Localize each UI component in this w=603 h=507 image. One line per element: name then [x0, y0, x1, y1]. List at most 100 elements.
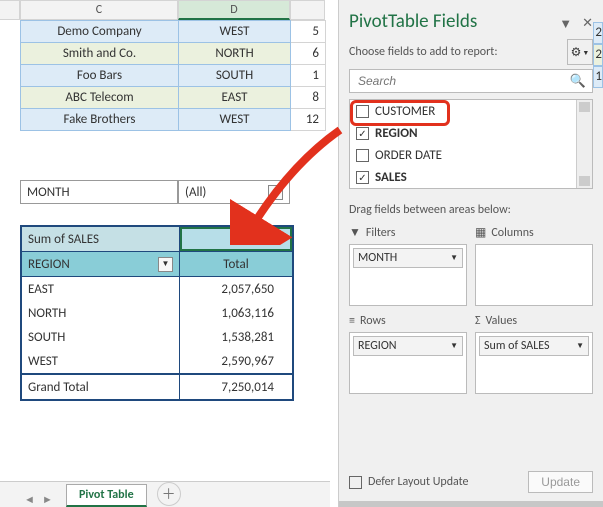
- cell-region[interactable]: NORTH: [179, 43, 291, 65]
- chevron-down-icon[interactable]: ▼: [450, 253, 458, 263]
- checkbox-checked-icon[interactable]: ✓: [356, 171, 369, 184]
- pivot-selected-cell[interactable]: [180, 227, 292, 251]
- rows-icon: ≡: [349, 314, 355, 328]
- cell-customer[interactable]: ABC Telecom: [21, 87, 179, 109]
- cell-customer[interactable]: Demo Company: [21, 21, 179, 43]
- area-dropzone-values[interactable]: Sum of SALES ▼: [475, 332, 593, 394]
- cell-value[interactable]: 6: [291, 43, 326, 65]
- update-button[interactable]: Update: [528, 471, 593, 493]
- gear-icon[interactable]: ⚙▼: [567, 39, 593, 65]
- cell-customer[interactable]: Fake Brothers: [21, 109, 179, 131]
- table-row[interactable]: Smith and Co. NORTH 6: [21, 43, 326, 65]
- area-label: Values: [486, 314, 518, 328]
- close-icon[interactable]: ✕: [582, 16, 593, 32]
- area-values: ΣValues Sum of SALES▼: [475, 314, 593, 394]
- area-dropzone-filters[interactable]: MONTH ▼: [349, 244, 467, 306]
- col-header-c[interactable]: C: [20, 0, 178, 20]
- area-label: Filters: [366, 226, 396, 240]
- drag-instructions: Drag fields between areas below:: [349, 203, 593, 217]
- area-rows: ≡ Rows REGION ▼: [349, 314, 467, 394]
- tab-nav-prev-icon[interactable]: ◄: [24, 493, 38, 507]
- area-chip-month[interactable]: MONTH ▼: [353, 248, 463, 268]
- tab-pivot-table[interactable]: Pivot Table: [66, 484, 147, 507]
- area-chip-sumsales[interactable]: Sum of SALES ▼: [479, 336, 589, 356]
- pivot-region[interactable]: NORTH: [22, 301, 180, 325]
- add-sheet-button[interactable]: ＋: [157, 482, 181, 506]
- table-row[interactable]: Fake Brothers WEST 12: [21, 109, 326, 131]
- scroll-down-icon[interactable]: [579, 176, 590, 186]
- pivot-region[interactable]: WEST: [22, 349, 180, 373]
- pivot-region[interactable]: EAST: [22, 277, 180, 301]
- filter-field-cell[interactable]: MONTH: [20, 180, 178, 204]
- pivot-grand-label[interactable]: Grand Total: [22, 375, 180, 399]
- cell-region[interactable]: SOUTH: [179, 65, 291, 87]
- col-header-e[interactable]: [290, 0, 325, 20]
- scroll-up-icon[interactable]: [579, 102, 590, 112]
- filter-value-label: (All): [185, 185, 206, 200]
- chevron-down-icon[interactable]: ▼: [576, 341, 584, 351]
- search-input[interactable]: 🔍: [349, 69, 593, 93]
- area-label: Rows: [360, 314, 386, 328]
- chevron-down-icon[interactable]: ▼: [559, 16, 572, 32]
- pivot-sum-label[interactable]: Sum of SALES: [22, 227, 180, 251]
- area-dropzone-rows[interactable]: REGION ▼: [349, 332, 467, 394]
- pivot-col-header[interactable]: Total: [180, 252, 292, 276]
- panel-title: PivotTable Fields: [349, 10, 559, 33]
- tab-nav-next-icon[interactable]: ►: [42, 493, 56, 507]
- pivot-row-header[interactable]: REGION ▼: [22, 252, 180, 276]
- cell-value[interactable]: 12: [291, 109, 326, 131]
- checkbox-icon[interactable]: [356, 149, 369, 162]
- chevron-down-icon[interactable]: ▼: [450, 341, 458, 351]
- source-table: Demo Company WEST 5 Smith and Co. NORTH …: [20, 20, 326, 131]
- filter-icon: ▼: [349, 225, 361, 240]
- field-label: SALES: [375, 170, 407, 185]
- peek-cell: 2: [593, 22, 603, 44]
- field-sales[interactable]: ✓ SALES: [350, 166, 592, 188]
- peek-cell: 1: [593, 66, 603, 88]
- chevron-down-icon[interactable]: ▼: [158, 257, 173, 272]
- area-chip-region[interactable]: REGION ▼: [353, 336, 463, 356]
- cell-region[interactable]: EAST: [179, 87, 291, 109]
- field-order-date[interactable]: ORDER DATE: [350, 144, 592, 166]
- cell-customer[interactable]: Foo Bars: [21, 65, 179, 87]
- pivot-region[interactable]: SOUTH: [22, 325, 180, 349]
- field-label: ORDER DATE: [375, 148, 442, 163]
- pivot-total[interactable]: 1,538,281: [180, 325, 292, 349]
- table-row[interactable]: Demo Company WEST 5: [21, 21, 326, 43]
- pivot-grand-total[interactable]: 7,250,014: [180, 375, 292, 399]
- pivot-total[interactable]: 1,063,116: [180, 301, 292, 325]
- pivot-filter-row: MONTH (All) ▼: [20, 180, 290, 204]
- table-row[interactable]: ABC Telecom EAST 8: [21, 87, 326, 109]
- pivot-table: Sum of SALES REGION ▼ Total EAST2,057,65…: [20, 225, 294, 401]
- pivot-total[interactable]: 2,057,650: [180, 277, 292, 301]
- checkbox-checked-icon[interactable]: ✓: [356, 127, 369, 140]
- defer-checkbox[interactable]: [349, 476, 362, 489]
- field-customer[interactable]: CUSTOMER: [350, 100, 592, 122]
- scrollbar[interactable]: [576, 100, 592, 188]
- field-label: CUSTOMER: [375, 104, 435, 119]
- table-row[interactable]: Foo Bars SOUTH 1: [21, 65, 326, 87]
- pivot-total[interactable]: 2,590,967: [180, 349, 292, 373]
- chip-label: Sum of SALES: [484, 339, 550, 353]
- chip-label: MONTH: [358, 251, 397, 265]
- pivottable-fields-panel: PivotTable Fields ▼ ✕ Choose fields to a…: [338, 0, 603, 507]
- defer-label: Defer Layout Update: [368, 475, 469, 489]
- col-header-d[interactable]: D: [178, 0, 290, 20]
- cell-region[interactable]: WEST: [179, 21, 291, 43]
- cell-customer[interactable]: Smith and Co.: [21, 43, 179, 65]
- search-field[interactable]: [356, 73, 570, 89]
- cell-value[interactable]: 5: [291, 21, 326, 43]
- cell-value[interactable]: 1: [291, 65, 326, 87]
- panel-resize-bar[interactable]: [339, 501, 603, 507]
- search-icon: 🔍: [570, 74, 586, 89]
- chip-label: REGION: [358, 339, 397, 353]
- filter-value-cell[interactable]: (All) ▼: [178, 180, 290, 204]
- pivot-row-label: REGION: [28, 257, 70, 272]
- checkbox-icon[interactable]: [356, 105, 369, 118]
- cell-value[interactable]: 8: [291, 87, 326, 109]
- area-columns: ▦Columns: [475, 225, 593, 306]
- field-region[interactable]: ✓ REGION: [350, 122, 592, 144]
- cell-region[interactable]: WEST: [179, 109, 291, 131]
- area-dropzone-columns[interactable]: [475, 244, 593, 306]
- chevron-down-icon[interactable]: ▼: [268, 185, 283, 200]
